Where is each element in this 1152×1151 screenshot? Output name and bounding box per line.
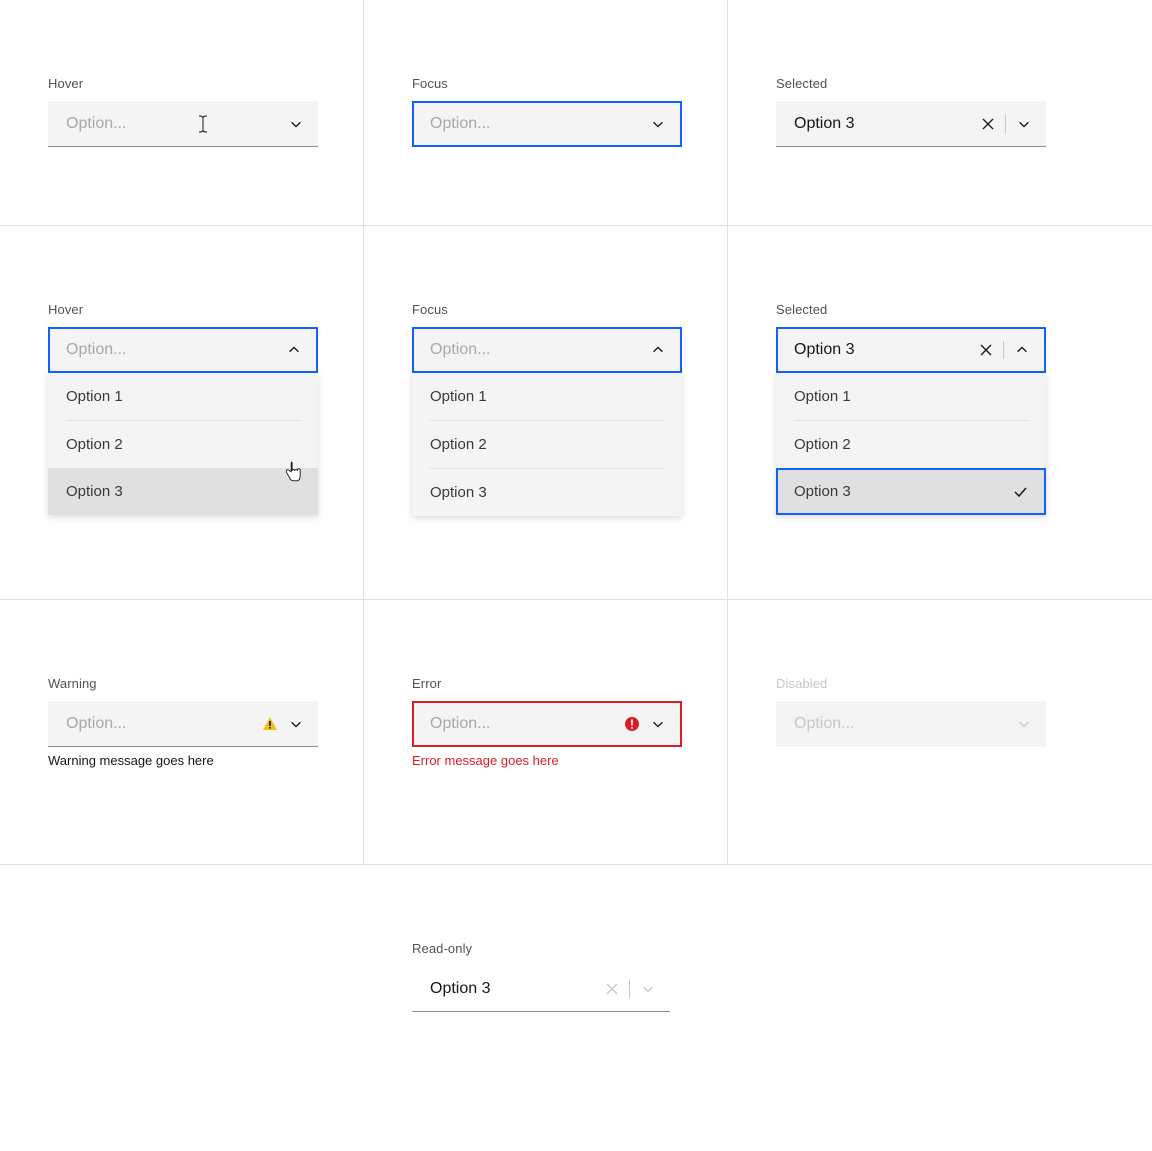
error-icon: [624, 716, 640, 732]
menu-option[interactable]: Option 1: [48, 373, 318, 420]
chevron-down-icon[interactable]: [288, 116, 304, 132]
combobox-readonly: Option 3: [412, 966, 670, 1012]
cell-readonly: Read-only Option 3: [364, 865, 728, 1151]
dropdown-menu: Option 1 Option 2 Option 3: [776, 373, 1046, 515]
state-label: Disabled: [776, 676, 1104, 691]
chevron-up-icon[interactable]: [286, 342, 302, 358]
combobox-placeholder: Option...: [66, 115, 126, 133]
warning-message: Warning message goes here: [48, 753, 315, 768]
menu-option[interactable]: Option 1: [776, 373, 1046, 420]
chevron-down-icon: [1016, 716, 1032, 732]
menu-option[interactable]: Option 2: [412, 421, 682, 468]
combobox-placeholder: Option...: [794, 715, 854, 733]
chevron-down-icon[interactable]: [650, 116, 666, 132]
state-label: Selected: [776, 302, 1104, 317]
error-message: Error message goes here: [412, 753, 679, 768]
cell-empty: [0, 865, 364, 1151]
clear-icon[interactable]: [979, 343, 993, 357]
state-label: Hover: [48, 302, 315, 317]
combobox-placeholder: Option...: [430, 715, 490, 733]
text-cursor-icon: [198, 115, 208, 138]
state-label: Selected: [776, 76, 1104, 91]
cell-focus-closed: Focus Option...: [364, 0, 728, 226]
cell-focus-open: Focus Option... Option 1 Option 2 Option…: [364, 226, 728, 600]
cell-empty: [728, 865, 1152, 1151]
state-label: Hover: [48, 76, 315, 91]
warning-icon: [262, 716, 278, 732]
combobox-placeholder: Option...: [430, 341, 490, 359]
menu-option[interactable]: Option 3: [412, 469, 682, 516]
dropdown-menu: Option 1 Option 2 Option 3: [48, 373, 318, 515]
menu-option[interactable]: Option 1: [412, 373, 682, 420]
state-label: Error: [412, 676, 679, 691]
state-label: Warning: [48, 676, 315, 691]
combobox-error[interactable]: Option...: [412, 701, 682, 747]
combobox-hover[interactable]: Option...: [48, 101, 318, 147]
icon-divider: [1005, 115, 1006, 133]
menu-option-selected[interactable]: Option 3: [776, 468, 1046, 515]
combobox-value: Option 3: [794, 341, 854, 359]
cell-disabled: Disabled Option...: [728, 600, 1152, 865]
state-label: Focus: [412, 76, 679, 91]
cell-hover-open: Hover Option... Option 1 Option 2 Option…: [0, 226, 364, 600]
cell-warning: Warning Option... Warning message goes h…: [0, 600, 364, 865]
menu-option[interactable]: Option 2: [776, 421, 1046, 468]
combobox-selected[interactable]: Option 3: [776, 101, 1046, 147]
combobox-warning[interactable]: Option...: [48, 701, 318, 747]
clear-icon[interactable]: [981, 117, 995, 131]
cell-selected-closed: Selected Option 3: [728, 0, 1152, 226]
combobox-value: Option 3: [430, 980, 490, 998]
chevron-down-icon: [640, 981, 656, 997]
state-label: Read-only: [412, 941, 680, 956]
combobox-focus[interactable]: Option...: [412, 101, 682, 147]
chevron-up-icon[interactable]: [1014, 342, 1030, 358]
combobox-focus-open[interactable]: Option... Option 1 Option 2 Option 3: [412, 327, 682, 373]
icon-divider: [1003, 341, 1004, 359]
cell-selected-open: Selected Option 3 Option 1 Option 2 Opti…: [728, 226, 1152, 600]
menu-option-hover[interactable]: Option 3: [48, 468, 318, 515]
combobox-disabled: Option...: [776, 701, 1046, 747]
chevron-up-icon[interactable]: [650, 342, 666, 358]
combobox-hover-open[interactable]: Option... Option 1 Option 2 Option 3: [48, 327, 318, 373]
clear-icon: [605, 982, 619, 996]
pointer-cursor-icon: [284, 461, 302, 483]
checkmark-icon: [1012, 484, 1028, 500]
dropdown-menu: Option 1 Option 2 Option 3: [412, 373, 682, 516]
state-label: Focus: [412, 302, 679, 317]
combobox-placeholder: Option...: [66, 341, 126, 359]
cell-error: Error Option... Error message goes here: [364, 600, 728, 865]
cell-hover-closed: Hover Option...: [0, 0, 364, 226]
combobox-selected-open[interactable]: Option 3 Option 1 Option 2 Option 3: [776, 327, 1046, 373]
icon-divider: [629, 980, 630, 998]
chevron-down-icon[interactable]: [1016, 116, 1032, 132]
combobox-placeholder: Option...: [430, 115, 490, 133]
combobox-placeholder: Option...: [66, 715, 126, 733]
chevron-down-icon[interactable]: [288, 716, 304, 732]
menu-option[interactable]: Option 2: [48, 421, 318, 468]
combobox-value: Option 3: [794, 115, 854, 133]
chevron-down-icon[interactable]: [650, 716, 666, 732]
